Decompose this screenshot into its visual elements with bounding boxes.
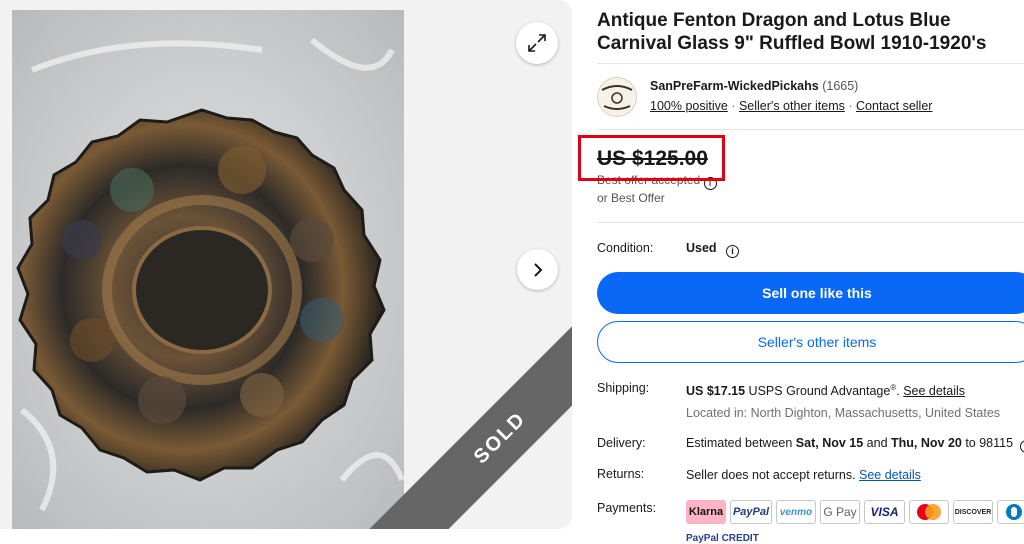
discover-icon: DISCOVER xyxy=(953,500,993,524)
payments-label: Payments: xyxy=(597,501,657,515)
mastercard-circles-icon xyxy=(917,504,941,520)
condition-label: Condition: xyxy=(597,241,654,255)
condition-info-icon[interactable]: i xyxy=(726,245,740,258)
bowl-photo-illustration xyxy=(12,10,404,529)
divider xyxy=(597,63,1024,64)
delivery-estimate: Estimated between Sat, Nov 15 and Thu, N… xyxy=(686,436,1024,453)
sellers-other-items-button[interactable]: Seller's other items xyxy=(597,321,1024,363)
delivery-zip: to 98115 xyxy=(961,436,1014,450)
seller-other-items-link[interactable]: Seller's other items xyxy=(739,99,845,113)
positive-feedback-link[interactable]: 100% positive xyxy=(650,99,728,113)
returns-policy: Seller does not accept returns. See deta… xyxy=(686,468,921,482)
returns-label: Returns: xyxy=(597,467,645,481)
seller-avatar[interactable] xyxy=(597,77,637,117)
mastercard-icon xyxy=(909,500,949,524)
diners-circle-icon xyxy=(1006,504,1022,520)
returns-text: Seller does not accept returns. xyxy=(686,468,860,482)
chevron-right-icon xyxy=(533,262,542,277)
sell-one-like-this-button[interactable]: Sell one like this xyxy=(597,272,1024,314)
image-gallery: SOLD xyxy=(0,0,572,529)
seller-logo-image xyxy=(598,78,636,116)
delivery-start-date: Sat, Nov 15 xyxy=(795,436,864,450)
shipping-price: US $17.15 xyxy=(686,384,746,399)
shipping-service: USPS Ground Advantage xyxy=(745,384,891,399)
delivery-label: Delivery: xyxy=(597,436,646,450)
visa-icon: VISA xyxy=(864,500,905,524)
diners-club-icon xyxy=(997,500,1024,524)
delivery-info-icon[interactable]: i xyxy=(1019,440,1024,453)
divider xyxy=(597,129,1024,130)
shipping-see-details-link[interactable]: See details xyxy=(903,384,965,398)
or-best-offer: or Best Offer xyxy=(597,191,665,205)
feedback-count: (1665) xyxy=(822,79,859,93)
delivery-and: and xyxy=(863,436,891,450)
venmo-icon: venmo xyxy=(776,500,816,524)
separator: · xyxy=(848,99,853,113)
contact-seller-link[interactable]: Contact seller xyxy=(856,99,932,113)
shipping-period: . xyxy=(896,384,900,399)
price-highlight-box xyxy=(578,135,725,181)
listing-title: Antique Fenton Dragon and Lotus Blue Car… xyxy=(597,10,987,54)
payment-methods: Klarna PayPal venmo G Pay VISA DISCOVER xyxy=(686,500,1024,524)
main-photo[interactable] xyxy=(12,10,404,529)
separator: · xyxy=(731,99,736,113)
delivery-end-date: Thu, Nov 20 xyxy=(891,436,962,450)
seller-name[interactable]: SanPreFarm-WickedPickahs xyxy=(650,79,819,93)
seller-name-line: SanPreFarm-WickedPickahs (1665) xyxy=(650,79,858,93)
expand-image-button[interactable] xyxy=(516,22,558,64)
klarna-icon: Klarna xyxy=(686,500,726,524)
condition-value: Used xyxy=(686,241,717,255)
item-location: Located in: North Dighton, Massachusetts… xyxy=(686,406,1001,420)
paypal-icon: PayPal xyxy=(730,500,772,524)
google-pay-icon: G Pay xyxy=(820,500,860,524)
shipping-label: Shipping: xyxy=(597,381,650,395)
seller-links: 100% positive · Seller's other items · C… xyxy=(650,99,932,113)
condition-value-line: Used i xyxy=(686,241,740,258)
divider xyxy=(597,222,1024,223)
delivery-prefix: Estimated between xyxy=(686,436,796,450)
returns-see-details-link[interactable]: See details xyxy=(859,468,921,482)
expand-arrows-icon xyxy=(528,34,546,52)
shipping-value: US $17.15 USPS Ground Advantage®. See de… xyxy=(686,383,965,398)
next-image-button[interactable] xyxy=(517,249,558,290)
